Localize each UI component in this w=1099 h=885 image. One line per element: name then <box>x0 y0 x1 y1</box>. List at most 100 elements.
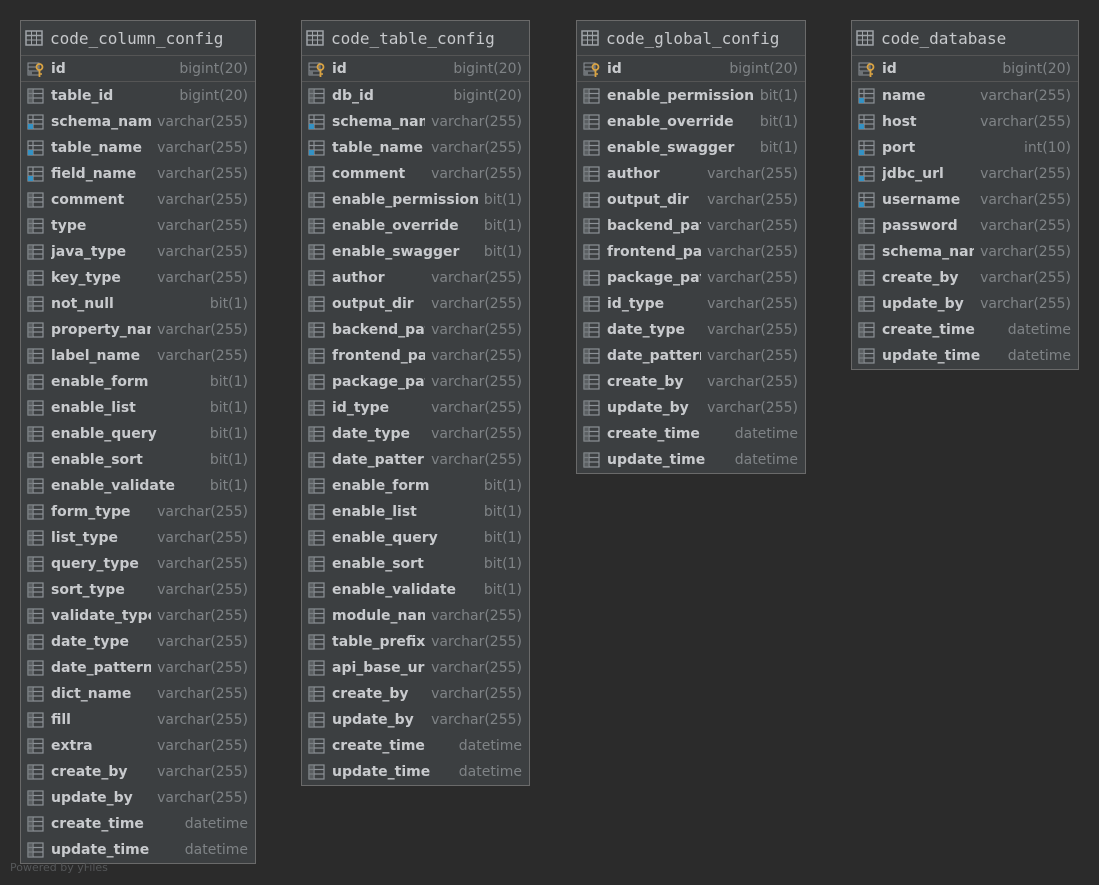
column-row[interactable]: enable_form bit(1) <box>302 473 529 499</box>
column-row[interactable]: update_by varchar(255) <box>302 707 529 733</box>
column-row[interactable]: java_type varchar(255) <box>21 239 255 265</box>
table-header[interactable]: code_column_config <box>21 21 255 56</box>
column-row[interactable]: enable_query bit(1) <box>302 525 529 551</box>
column-row[interactable]: password varchar(255) <box>852 213 1078 239</box>
primary-key-row[interactable]: id bigint(20) <box>302 56 529 82</box>
column-row[interactable]: enable_list bit(1) <box>302 499 529 525</box>
table-code-global-config[interactable]: code_global_config id bigint(20) enable_pe… <box>576 20 806 474</box>
column-type: bit(1) <box>483 244 522 260</box>
column-row[interactable]: enable_swagger bit(1) <box>577 135 805 161</box>
column-row[interactable]: label_name varchar(255) <box>21 343 255 369</box>
column-row[interactable]: schema_name varchar(255) <box>852 239 1078 265</box>
column-row[interactable]: enable_permission bit(1) <box>577 83 805 109</box>
column-row[interactable]: host varchar(255) <box>852 109 1078 135</box>
column-row[interactable]: port int(10) <box>852 135 1078 161</box>
column-row[interactable]: key_type varchar(255) <box>21 265 255 291</box>
column-row[interactable]: db_id bigint(20) <box>302 83 529 109</box>
column-row[interactable]: create_by varchar(255) <box>577 369 805 395</box>
column-row[interactable]: create_time datetime <box>21 811 255 837</box>
column-row[interactable]: create_time datetime <box>852 317 1078 343</box>
column-row[interactable]: update_time datetime <box>852 343 1078 369</box>
column-row[interactable]: fill varchar(255) <box>21 707 255 733</box>
column-row[interactable]: name varchar(255) <box>852 83 1078 109</box>
column-row[interactable]: date_type varchar(255) <box>577 317 805 343</box>
column-row[interactable]: table_prefix varchar(255) <box>302 629 529 655</box>
column-row[interactable]: type varchar(255) <box>21 213 255 239</box>
column-row[interactable]: id_type varchar(255) <box>302 395 529 421</box>
column-row[interactable]: update_time datetime <box>21 837 255 863</box>
column-row[interactable]: update_time datetime <box>577 447 805 473</box>
column-row[interactable]: update_by varchar(255) <box>21 785 255 811</box>
column-row[interactable]: comment varchar(255) <box>302 161 529 187</box>
column-row[interactable]: enable_permission bit(1) <box>302 187 529 213</box>
column-row[interactable]: frontend_path varchar(255) <box>302 343 529 369</box>
column-row[interactable]: backend_path varchar(255) <box>302 317 529 343</box>
column-row[interactable]: field_name varchar(255) <box>21 161 255 187</box>
column-row[interactable]: enable_validate bit(1) <box>302 577 529 603</box>
column-row[interactable]: create_time datetime <box>577 421 805 447</box>
column-row[interactable]: enable_validate bit(1) <box>21 473 255 499</box>
column-row[interactable]: table_name varchar(255) <box>21 135 255 161</box>
column-row[interactable]: username varchar(255) <box>852 187 1078 213</box>
column-row[interactable]: output_dir varchar(255) <box>577 187 805 213</box>
column-row[interactable]: enable_override bit(1) <box>577 109 805 135</box>
table-code-table-config[interactable]: code_table_config id bigint(20) db_id bigin… <box>301 20 530 786</box>
column-row[interactable]: module_name varchar(255) <box>302 603 529 629</box>
table-code-database[interactable]: code_database id bigint(20) name varchar(25… <box>851 20 1079 370</box>
column-row[interactable]: schema_name varchar(255) <box>21 109 255 135</box>
column-type: bit(1) <box>209 374 248 390</box>
table-header[interactable]: code_global_config <box>577 21 805 56</box>
primary-key-row[interactable]: id bigint(20) <box>577 56 805 82</box>
column-row[interactable]: enable_list bit(1) <box>21 395 255 421</box>
column-row[interactable]: create_by varchar(255) <box>302 681 529 707</box>
column-row[interactable]: enable_form bit(1) <box>21 369 255 395</box>
column-icon <box>308 270 325 286</box>
column-row[interactable]: not_null bit(1) <box>21 291 255 317</box>
column-row[interactable]: package_path varchar(255) <box>302 369 529 395</box>
column-row[interactable]: jdbc_url varchar(255) <box>852 161 1078 187</box>
column-row[interactable]: api_base_url varchar(255) <box>302 655 529 681</box>
column-row[interactable]: date_pattern varchar(255) <box>21 655 255 681</box>
column-row[interactable]: backend_path varchar(255) <box>577 213 805 239</box>
column-row[interactable]: enable_swagger bit(1) <box>302 239 529 265</box>
primary-key-row[interactable]: id bigint(20) <box>852 56 1078 82</box>
column-row[interactable]: schema_name varchar(255) <box>302 109 529 135</box>
table-header[interactable]: code_table_config <box>302 21 529 56</box>
column-row[interactable]: property_name varchar(255) <box>21 317 255 343</box>
column-row[interactable]: query_type varchar(255) <box>21 551 255 577</box>
column-row[interactable]: dict_name varchar(255) <box>21 681 255 707</box>
primary-key-row[interactable]: id bigint(20) <box>21 56 255 82</box>
column-row[interactable]: enable_override bit(1) <box>302 213 529 239</box>
column-row[interactable]: id_type varchar(255) <box>577 291 805 317</box>
column-row[interactable]: enable_sort bit(1) <box>21 447 255 473</box>
column-row[interactable]: update_time datetime <box>302 759 529 785</box>
column-row[interactable]: enable_sort bit(1) <box>302 551 529 577</box>
column-row[interactable]: date_type varchar(255) <box>21 629 255 655</box>
column-row[interactable]: frontend_path varchar(255) <box>577 239 805 265</box>
column-row[interactable]: update_by varchar(255) <box>577 395 805 421</box>
column-row[interactable]: list_type varchar(255) <box>21 525 255 551</box>
column-row[interactable]: create_by varchar(255) <box>21 759 255 785</box>
column-row[interactable]: author varchar(255) <box>302 265 529 291</box>
column-row[interactable]: package_path varchar(255) <box>577 265 805 291</box>
column-row[interactable]: table_name varchar(255) <box>302 135 529 161</box>
column-row[interactable]: form_type varchar(255) <box>21 499 255 525</box>
column-type: varchar(255) <box>157 270 248 286</box>
column-row[interactable]: comment varchar(255) <box>21 187 255 213</box>
column-row[interactable]: date_pattern varchar(255) <box>577 343 805 369</box>
column-row[interactable]: create_time datetime <box>302 733 529 759</box>
column-row[interactable]: sort_type varchar(255) <box>21 577 255 603</box>
column-row[interactable]: enable_query bit(1) <box>21 421 255 447</box>
column-row[interactable]: extra varchar(255) <box>21 733 255 759</box>
column-row[interactable]: validate_type varchar(255) <box>21 603 255 629</box>
column-row[interactable]: date_pattern varchar(255) <box>302 447 529 473</box>
column-row[interactable]: table_id bigint(20) <box>21 83 255 109</box>
table-header[interactable]: code_database <box>852 21 1078 56</box>
column-row[interactable]: create_by varchar(255) <box>852 265 1078 291</box>
column-row[interactable]: update_by varchar(255) <box>852 291 1078 317</box>
column-row[interactable]: output_dir varchar(255) <box>302 291 529 317</box>
column-row[interactable]: author varchar(255) <box>577 161 805 187</box>
column-name: enable_validate <box>51 478 176 494</box>
column-row[interactable]: date_type varchar(255) <box>302 421 529 447</box>
table-code-column-config[interactable]: code_column_config id bigint(20) table_id b… <box>20 20 256 864</box>
